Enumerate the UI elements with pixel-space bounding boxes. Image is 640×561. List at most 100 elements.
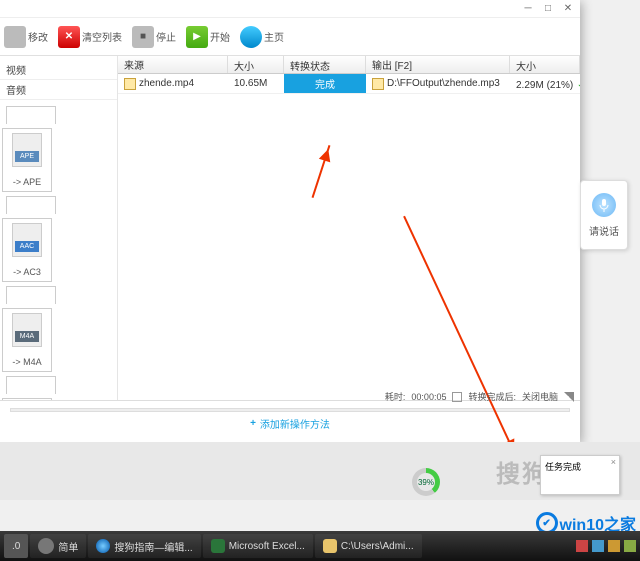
- maximize-button[interactable]: □: [542, 3, 554, 15]
- voice-label: 请说话: [589, 223, 619, 238]
- time-label: 耗时:: [385, 390, 406, 403]
- sidebar: 视频 音频 APE -> APE AAC -> AC3 M4A: [0, 56, 118, 400]
- stop-label: 停止: [156, 29, 176, 44]
- stop-icon: ■: [132, 26, 154, 48]
- col-osize[interactable]: 大小: [510, 56, 580, 73]
- home-label: 主页: [264, 29, 284, 44]
- toolbar: 移改 ✕ 清空列表 ■ 停止 ▶ 开始 主页: [0, 18, 580, 56]
- format-badge: M4A: [15, 331, 39, 342]
- ver-text: .0: [12, 541, 20, 552]
- notify-title: 任务完成: [545, 462, 581, 472]
- tray-icon-2[interactable]: [592, 540, 604, 552]
- taskbar-version[interactable]: .0: [4, 534, 28, 558]
- modify-icon: [4, 26, 26, 48]
- tray-icon-4[interactable]: [624, 540, 636, 552]
- donut-value: 39%: [418, 478, 434, 487]
- progress-bar: [10, 408, 570, 412]
- status-line: 耗时: 00:00:05 转换完成后: 关闭电脑: [385, 390, 574, 403]
- excel-icon: [211, 539, 225, 553]
- voice-widget[interactable]: 请说话: [580, 180, 628, 250]
- format-partial-2[interactable]: [6, 196, 56, 214]
- titlebar: ─ □ ✕: [0, 0, 580, 18]
- user-label: 简单: [58, 539, 78, 554]
- col-size[interactable]: 大小: [228, 56, 284, 73]
- taskbar-explorer[interactable]: C:\Users\Admi...: [315, 534, 422, 558]
- format-label: -> M4A: [12, 357, 41, 367]
- col-output[interactable]: 输出 [F2]: [366, 56, 510, 73]
- format-ape[interactable]: APE -> APE: [2, 128, 52, 192]
- tray-icon-1[interactable]: [576, 540, 588, 552]
- cell-source: zhende.mp4: [118, 76, 228, 92]
- col-source[interactable]: 来源: [118, 56, 228, 73]
- tray-icon-3[interactable]: [608, 540, 620, 552]
- file-icon: [124, 78, 136, 90]
- format-partial-1[interactable]: [6, 106, 56, 124]
- app-window: ─ □ ✕ 移改 ✕ 清空列表 ■ 停止 ▶ 开始 主页 视频 音频: [0, 0, 580, 442]
- time-value: 00:00:05: [411, 392, 446, 402]
- format-m4a[interactable]: M4A -> M4A: [2, 308, 52, 372]
- blank-area: [118, 94, 580, 400]
- avatar-icon: [38, 538, 54, 554]
- format-ac3[interactable]: AAC -> AC3: [2, 218, 52, 282]
- format-partial-3[interactable]: [6, 286, 56, 304]
- column-header: 来源 大小 转换状态 输出 [F2] 大小: [118, 56, 580, 74]
- clear-icon: ✕: [58, 26, 80, 48]
- browser-icon: [96, 539, 110, 553]
- format-label: -> APE: [13, 177, 41, 187]
- output-path: D:\FFOutput\zhende.mp3: [387, 78, 500, 89]
- globe-icon: [240, 26, 262, 48]
- excel-label: Microsoft Excel...: [229, 541, 305, 552]
- content: 来源 大小 转换状态 输出 [F2] 大小 zhende.mp4 10.65M …: [118, 56, 580, 400]
- format-grid: APE -> APE AAC -> AC3 M4A -> M4A: [0, 100, 117, 400]
- clear-label: 清空列表: [82, 29, 122, 44]
- system-tray[interactable]: [576, 540, 636, 552]
- progress-donut[interactable]: 39%: [412, 468, 440, 496]
- browser-label: 搜狗指南—编辑...: [114, 539, 192, 554]
- cell-size: 10.65M: [228, 76, 284, 91]
- clear-list-button[interactable]: ✕ 清空列表: [58, 26, 122, 48]
- source-name: zhende.mp4: [139, 78, 194, 89]
- after-done-checkbox[interactable]: [452, 392, 462, 402]
- taskbar-browser[interactable]: 搜狗指南—编辑...: [88, 534, 200, 558]
- modify-button[interactable]: 移改: [4, 26, 48, 48]
- close-button[interactable]: ✕: [562, 3, 574, 15]
- modify-label: 移改: [28, 29, 48, 44]
- plus-icon: +: [250, 418, 256, 429]
- folder-icon: [323, 539, 337, 553]
- format-label: -> AC3: [13, 267, 41, 277]
- file-icon: [372, 78, 384, 90]
- col-status[interactable]: 转换状态: [284, 56, 366, 73]
- cell-osize: 2.29M (21%) ⬇: [510, 73, 580, 94]
- main-area: 视频 音频 APE -> APE AAC -> AC3 M4A: [0, 56, 580, 400]
- taskbar[interactable]: .0 简单 搜狗指南—编辑... Microsoft Excel... C:\U…: [0, 531, 640, 561]
- add-operation-link[interactable]: + 添加新操作方法: [10, 416, 570, 431]
- stop-button[interactable]: ■ 停止: [132, 26, 176, 48]
- osize-value: 2.29M (21%): [516, 80, 573, 91]
- taskbar-user[interactable]: 简单: [30, 534, 86, 558]
- microphone-icon: [592, 193, 616, 217]
- sidebar-video-header[interactable]: 视频: [0, 60, 117, 80]
- close-icon[interactable]: ×: [611, 457, 616, 467]
- sidebar-audio-header[interactable]: 音频: [0, 80, 117, 100]
- cell-status: 完成: [284, 74, 366, 93]
- play-icon: ▶: [186, 26, 208, 48]
- format-badge: APE: [15, 151, 39, 162]
- table-row[interactable]: zhende.mp4 10.65M 完成 D:\FFOutput\zhende.…: [118, 74, 580, 94]
- format-wav[interactable]: WAV -> WAV: [2, 398, 52, 400]
- taskbar-excel[interactable]: Microsoft Excel...: [203, 534, 313, 558]
- download-arrow-icon[interactable]: ⬇: [576, 75, 580, 91]
- annotation-arrow-1: [312, 145, 331, 198]
- shutdown-option[interactable]: 关闭电脑: [522, 390, 558, 403]
- cell-output: D:\FFOutput\zhende.mp3: [366, 76, 510, 92]
- format-badge: AAC: [15, 241, 39, 252]
- explorer-label: C:\Users\Admi...: [341, 541, 414, 552]
- start-button[interactable]: ▶ 开始: [186, 26, 230, 48]
- home-button[interactable]: 主页: [240, 26, 284, 48]
- minimize-button[interactable]: ─: [522, 3, 534, 15]
- add-op-label: 添加新操作方法: [260, 416, 330, 431]
- resize-grip-icon[interactable]: [564, 392, 574, 402]
- format-partial-4[interactable]: [6, 376, 56, 394]
- task-complete-notification[interactable]: × 任务完成: [540, 455, 620, 495]
- after-done-label: 转换完成后:: [468, 390, 516, 403]
- start-label: 开始: [210, 29, 230, 44]
